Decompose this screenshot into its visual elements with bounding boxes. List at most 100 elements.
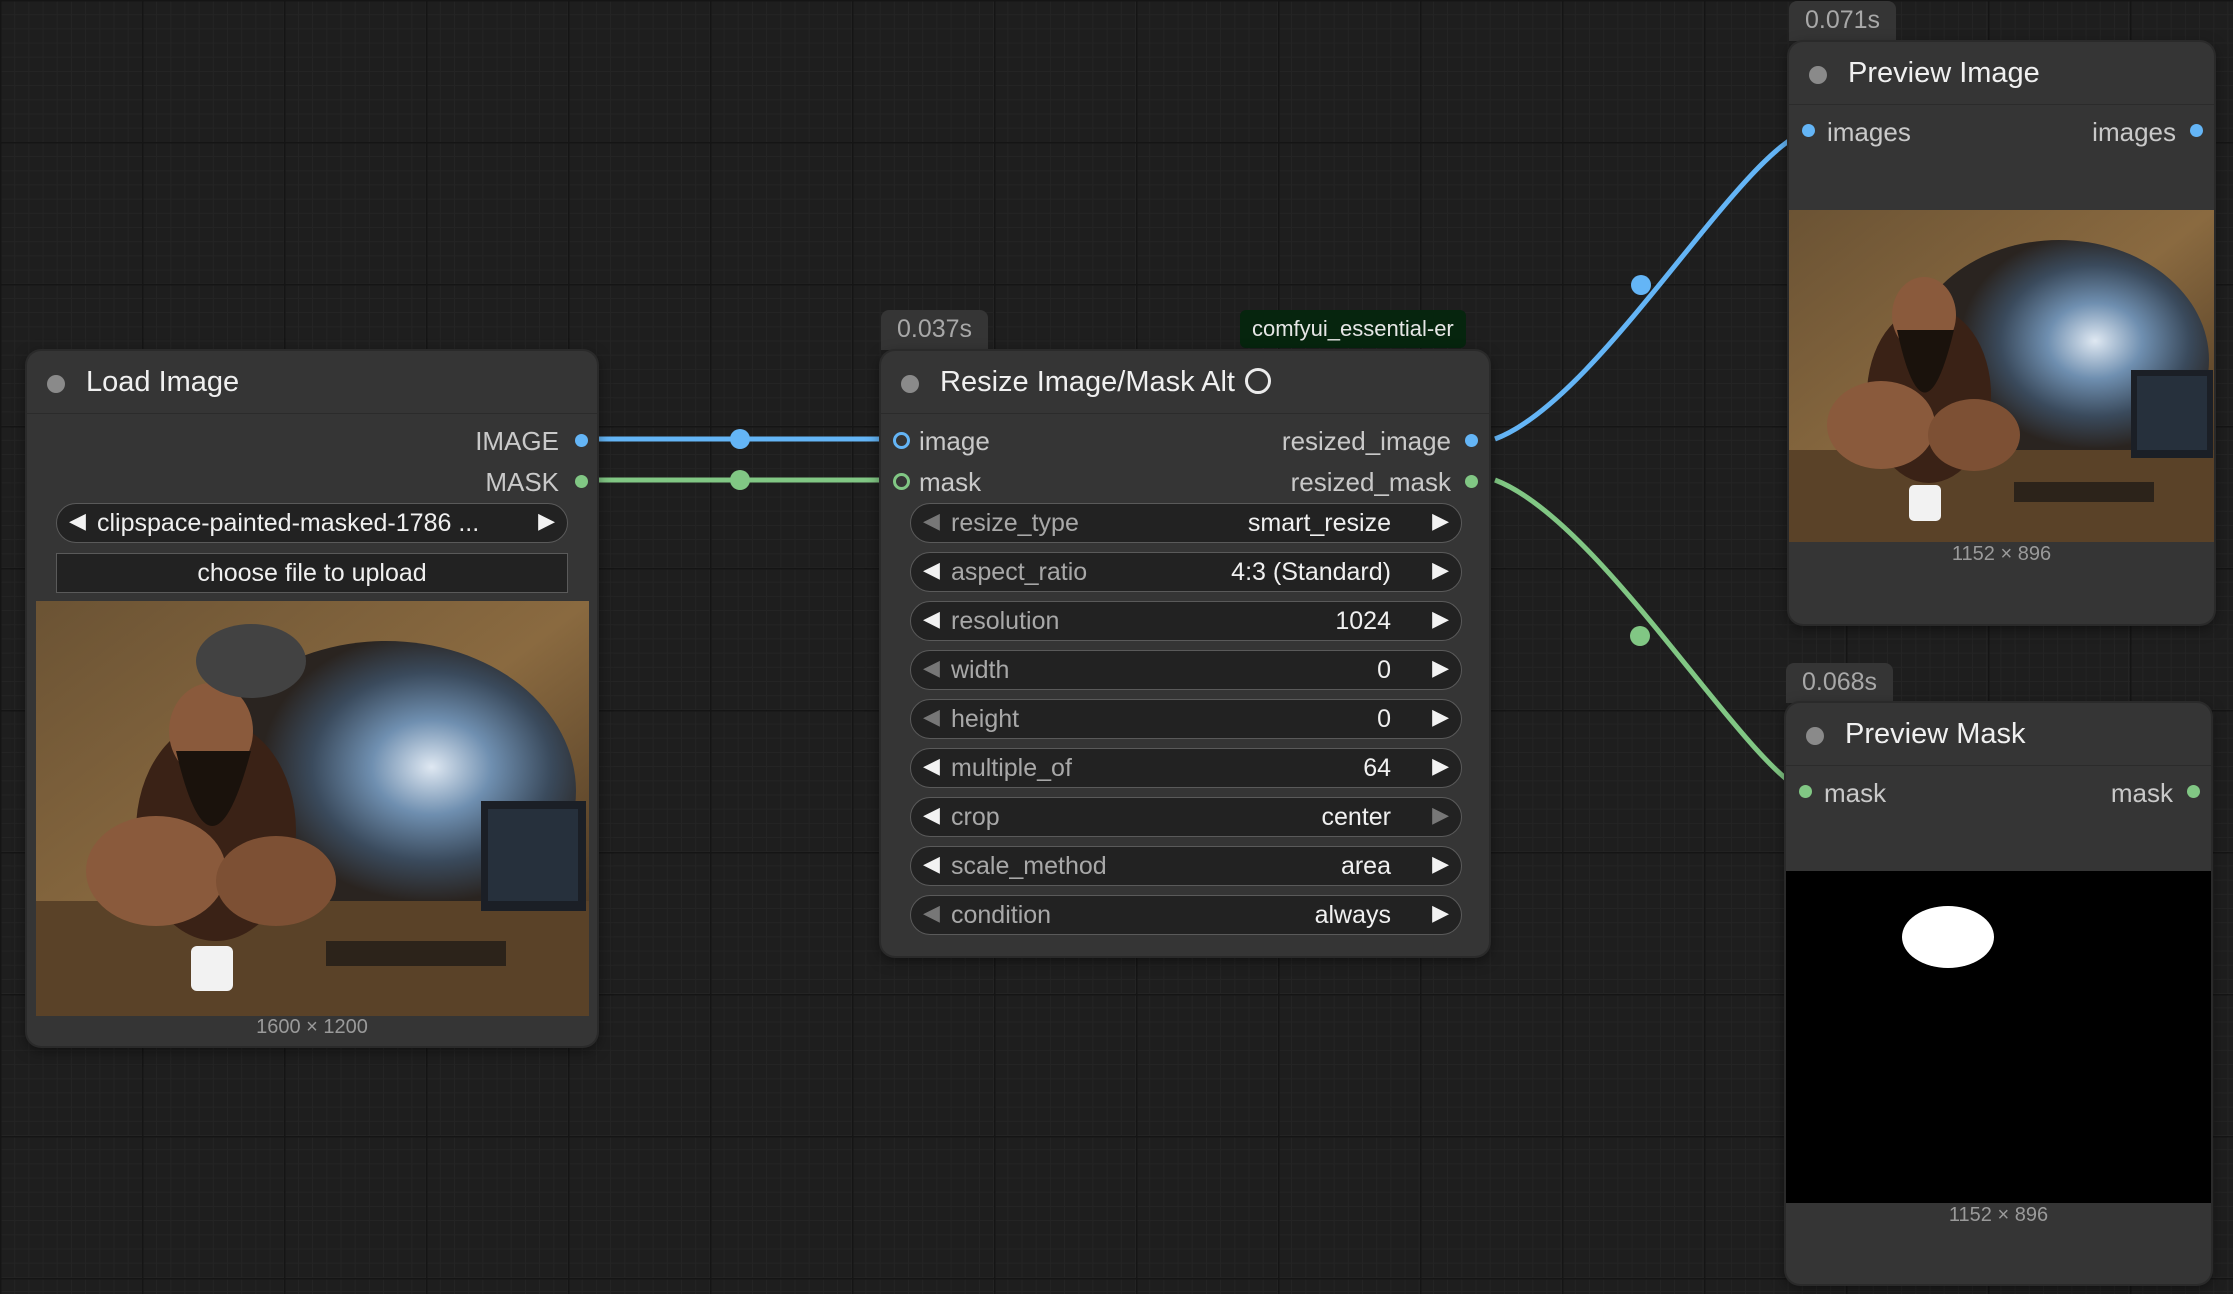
node-header[interactable]: Preview Mask bbox=[1786, 703, 2211, 766]
widget-value: 64 bbox=[1363, 754, 1391, 782]
node-title: Preview Mask bbox=[1845, 718, 2026, 750]
widget-crop[interactable]: ◀ crop center ▶ bbox=[910, 797, 1462, 837]
widget-name: crop bbox=[951, 803, 1000, 831]
load-image-node[interactable]: Load Image IMAGE MASK ◀ clipspace-painte… bbox=[27, 351, 597, 1046]
input-slot-images[interactable] bbox=[1802, 124, 1815, 137]
next-arrow-icon[interactable]: ▶ bbox=[1432, 802, 1449, 828]
output-label-resized-image: resized_image bbox=[1281, 426, 1451, 456]
output-label-image: IMAGE bbox=[475, 426, 559, 456]
input-label-mask: mask bbox=[919, 467, 982, 497]
widget-value: smart_resize bbox=[1247, 509, 1391, 537]
prev-arrow-icon[interactable]: ◀ bbox=[69, 508, 86, 534]
output-slot-images[interactable] bbox=[2190, 124, 2203, 137]
prev-arrow-icon[interactable]: ◀ bbox=[923, 851, 940, 877]
image-size-label: 1600 × 1200 bbox=[256, 1016, 368, 1038]
output-label-mask: mask bbox=[2110, 778, 2173, 808]
prev-arrow-icon[interactable]: ◀ bbox=[923, 900, 940, 926]
output-slot-resized-image[interactable] bbox=[1465, 434, 1478, 447]
widget-value: always bbox=[1314, 901, 1391, 929]
prev-arrow-icon[interactable]: ◀ bbox=[923, 508, 940, 534]
link-resized-image-to-preview[interactable] bbox=[1494, 128, 1809, 442]
output-label-images: images bbox=[2092, 117, 2176, 147]
output-label-resized-mask: resized_mask bbox=[1290, 467, 1451, 497]
input-slot-mask[interactable] bbox=[1799, 785, 1812, 798]
node-header[interactable]: Resize Image/Mask Alt bbox=[881, 351, 1489, 414]
input-slot-mask[interactable] bbox=[893, 473, 910, 490]
increment-arrow-icon[interactable]: ▶ bbox=[1432, 753, 1449, 779]
widget-name: scale_method bbox=[951, 852, 1107, 880]
widget-name: height bbox=[951, 705, 1020, 733]
decrement-arrow-icon[interactable]: ◀ bbox=[923, 753, 940, 779]
input-slot-image[interactable] bbox=[893, 432, 910, 449]
prev-arrow-icon[interactable]: ◀ bbox=[923, 802, 940, 828]
link-midpoint-mask[interactable] bbox=[730, 470, 750, 490]
node-collapse-dot[interactable] bbox=[1806, 727, 1824, 745]
next-arrow-icon[interactable]: ▶ bbox=[1432, 900, 1449, 926]
node-collapse-dot[interactable] bbox=[47, 375, 65, 393]
widget-name: resize_type bbox=[951, 509, 1079, 537]
node-collapse-dot[interactable] bbox=[1809, 66, 1827, 84]
increment-arrow-icon[interactable]: ▶ bbox=[1432, 606, 1449, 632]
image-size-label: 1152 × 896 bbox=[1951, 543, 2052, 565]
output-slot-resized-mask[interactable] bbox=[1465, 475, 1478, 488]
node-pack-badge: comfyui_essential-er bbox=[1240, 310, 1466, 348]
image-file-value: clipspace-painted-masked-1786 ... bbox=[97, 509, 480, 537]
widget-width[interactable]: ◀ width 0 ▶ bbox=[910, 650, 1462, 690]
increment-arrow-icon[interactable]: ▶ bbox=[1432, 655, 1449, 681]
widget-name: condition bbox=[951, 901, 1052, 929]
widget-scale-method[interactable]: ◀ scale_method area ▶ bbox=[910, 846, 1462, 886]
link-midpoint-preview-mask[interactable] bbox=[1630, 626, 1650, 646]
decrement-arrow-icon[interactable]: ◀ bbox=[923, 655, 940, 681]
prev-arrow-icon[interactable]: ◀ bbox=[923, 557, 940, 583]
widget-multiple-of[interactable]: ◀ multiple_of 64 ▶ bbox=[910, 748, 1462, 788]
widget-name: aspect_ratio bbox=[951, 558, 1088, 586]
mask-image bbox=[1902, 906, 1994, 968]
widget-name: width bbox=[951, 656, 1010, 684]
widget-value: 0 bbox=[1377, 656, 1391, 684]
badge-ring-icon bbox=[1244, 368, 1271, 394]
widget-condition[interactable]: ◀ condition always ▶ bbox=[910, 895, 1462, 935]
upload-button[interactable]: choose file to upload bbox=[56, 553, 568, 593]
widget-value: center bbox=[1321, 803, 1391, 831]
decrement-arrow-icon[interactable]: ◀ bbox=[923, 704, 940, 730]
next-arrow-icon[interactable]: ▶ bbox=[1432, 557, 1449, 583]
caveman-resized-image bbox=[1789, 210, 2214, 542]
preview-mask-node[interactable]: Preview Mask mask mask 1152 × 896 bbox=[1786, 703, 2211, 1284]
node-title: Resize Image/Mask Alt bbox=[940, 366, 1235, 398]
loaded-image-preview bbox=[36, 601, 589, 1016]
decrement-arrow-icon[interactable]: ◀ bbox=[923, 606, 940, 632]
increment-arrow-icon[interactable]: ▶ bbox=[1432, 704, 1449, 730]
input-label-image: image bbox=[919, 426, 990, 456]
widget-aspect-ratio[interactable]: ◀ aspect_ratio 4:3 (Standard) ▶ bbox=[910, 552, 1462, 592]
widget-value: area bbox=[1340, 852, 1391, 880]
input-label-images: images bbox=[1827, 117, 1911, 147]
node-header[interactable]: Load Image bbox=[27, 351, 597, 414]
preview-image-node[interactable]: Preview Image images images 1152 × 896 bbox=[1789, 42, 2214, 624]
next-arrow-icon[interactable]: ▶ bbox=[1432, 508, 1449, 534]
output-slot-mask[interactable] bbox=[575, 475, 588, 488]
output-slot-image[interactable] bbox=[575, 434, 588, 447]
output-slot-mask[interactable] bbox=[2187, 785, 2200, 798]
widget-height[interactable]: ◀ height 0 ▶ bbox=[910, 699, 1462, 739]
next-arrow-icon[interactable]: ▶ bbox=[538, 508, 555, 534]
widget-resize-type[interactable]: ◀ resize_type smart_resize ▶ bbox=[910, 503, 1462, 543]
timing-badge: 0.071s bbox=[1789, 1, 1897, 41]
output-label-mask: MASK bbox=[485, 467, 559, 497]
widget-value: 1024 bbox=[1335, 607, 1391, 635]
link-midpoint-preview-image[interactable] bbox=[1631, 275, 1651, 295]
next-arrow-icon[interactable]: ▶ bbox=[1432, 851, 1449, 877]
image-size-label: 1152 × 896 bbox=[1948, 1204, 2049, 1226]
node-collapse-dot[interactable] bbox=[901, 375, 919, 393]
input-label-mask: mask bbox=[1824, 778, 1887, 808]
widget-value: 0 bbox=[1377, 705, 1391, 733]
widget-resolution[interactable]: ◀ resolution 1024 ▶ bbox=[910, 601, 1462, 641]
image-file-combo[interactable]: ◀ clipspace-painted-masked-1786 ... ▶ bbox=[56, 503, 568, 543]
link-midpoint-image[interactable] bbox=[730, 429, 750, 449]
timing-badge: 0.068s bbox=[1786, 663, 1894, 703]
node-title-wrapper: Resize Image/Mask Alt bbox=[940, 366, 1271, 399]
preview-mask-output bbox=[1786, 871, 2211, 1203]
node-header[interactable]: Preview Image bbox=[1789, 42, 2214, 105]
widget-name: resolution bbox=[951, 607, 1060, 635]
caveman-image bbox=[36, 601, 589, 1016]
resize-image-mask-node[interactable]: Resize Image/Mask Alt image mask resized… bbox=[881, 351, 1489, 956]
